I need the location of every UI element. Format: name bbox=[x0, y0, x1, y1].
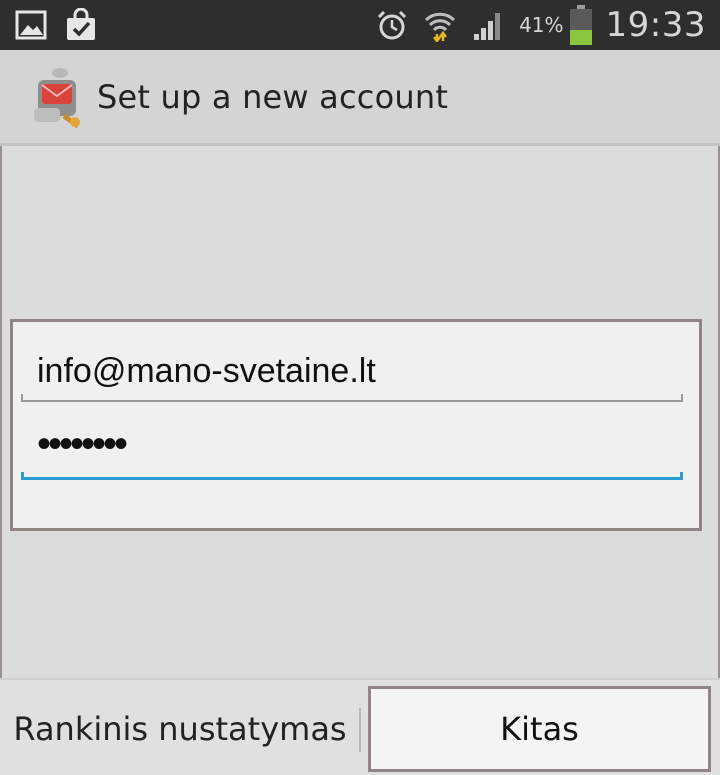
status-bar-notifications bbox=[14, 8, 98, 42]
button-divider bbox=[359, 708, 361, 752]
bottom-button-bar: Rankinis nustatymas Kitas bbox=[0, 678, 720, 775]
email-app-icon[interactable] bbox=[30, 64, 84, 130]
gallery-notification-icon bbox=[15, 10, 47, 40]
email-value: info@mano-svetaine.lt bbox=[37, 352, 376, 390]
manual-setup-button[interactable]: Rankinis nustatymas bbox=[2, 682, 364, 775]
page-title: Set up a new account bbox=[97, 78, 449, 116]
clock: 19:33 bbox=[605, 5, 706, 45]
signal-icon bbox=[474, 13, 501, 40]
action-bar: Set up a new account bbox=[0, 50, 720, 146]
next-button[interactable]: Kitas bbox=[368, 686, 711, 772]
alarm-icon bbox=[378, 10, 407, 40]
status-bar: 41% 19:33 bbox=[0, 0, 720, 50]
shopping-bag-check-icon bbox=[67, 8, 95, 40]
wifi-icon bbox=[425, 12, 456, 42]
password-value: •••••••• bbox=[37, 422, 128, 466]
account-form: info@mano-svetaine.lt •••••••• bbox=[10, 319, 702, 531]
battery-icon bbox=[569, 5, 592, 45]
password-field[interactable]: •••••••• bbox=[21, 418, 683, 480]
battery-percent: 41% bbox=[519, 13, 564, 37]
email-field[interactable]: info@mano-svetaine.lt bbox=[21, 340, 683, 402]
status-bar-system: 41% 19:33 bbox=[375, 4, 706, 46]
